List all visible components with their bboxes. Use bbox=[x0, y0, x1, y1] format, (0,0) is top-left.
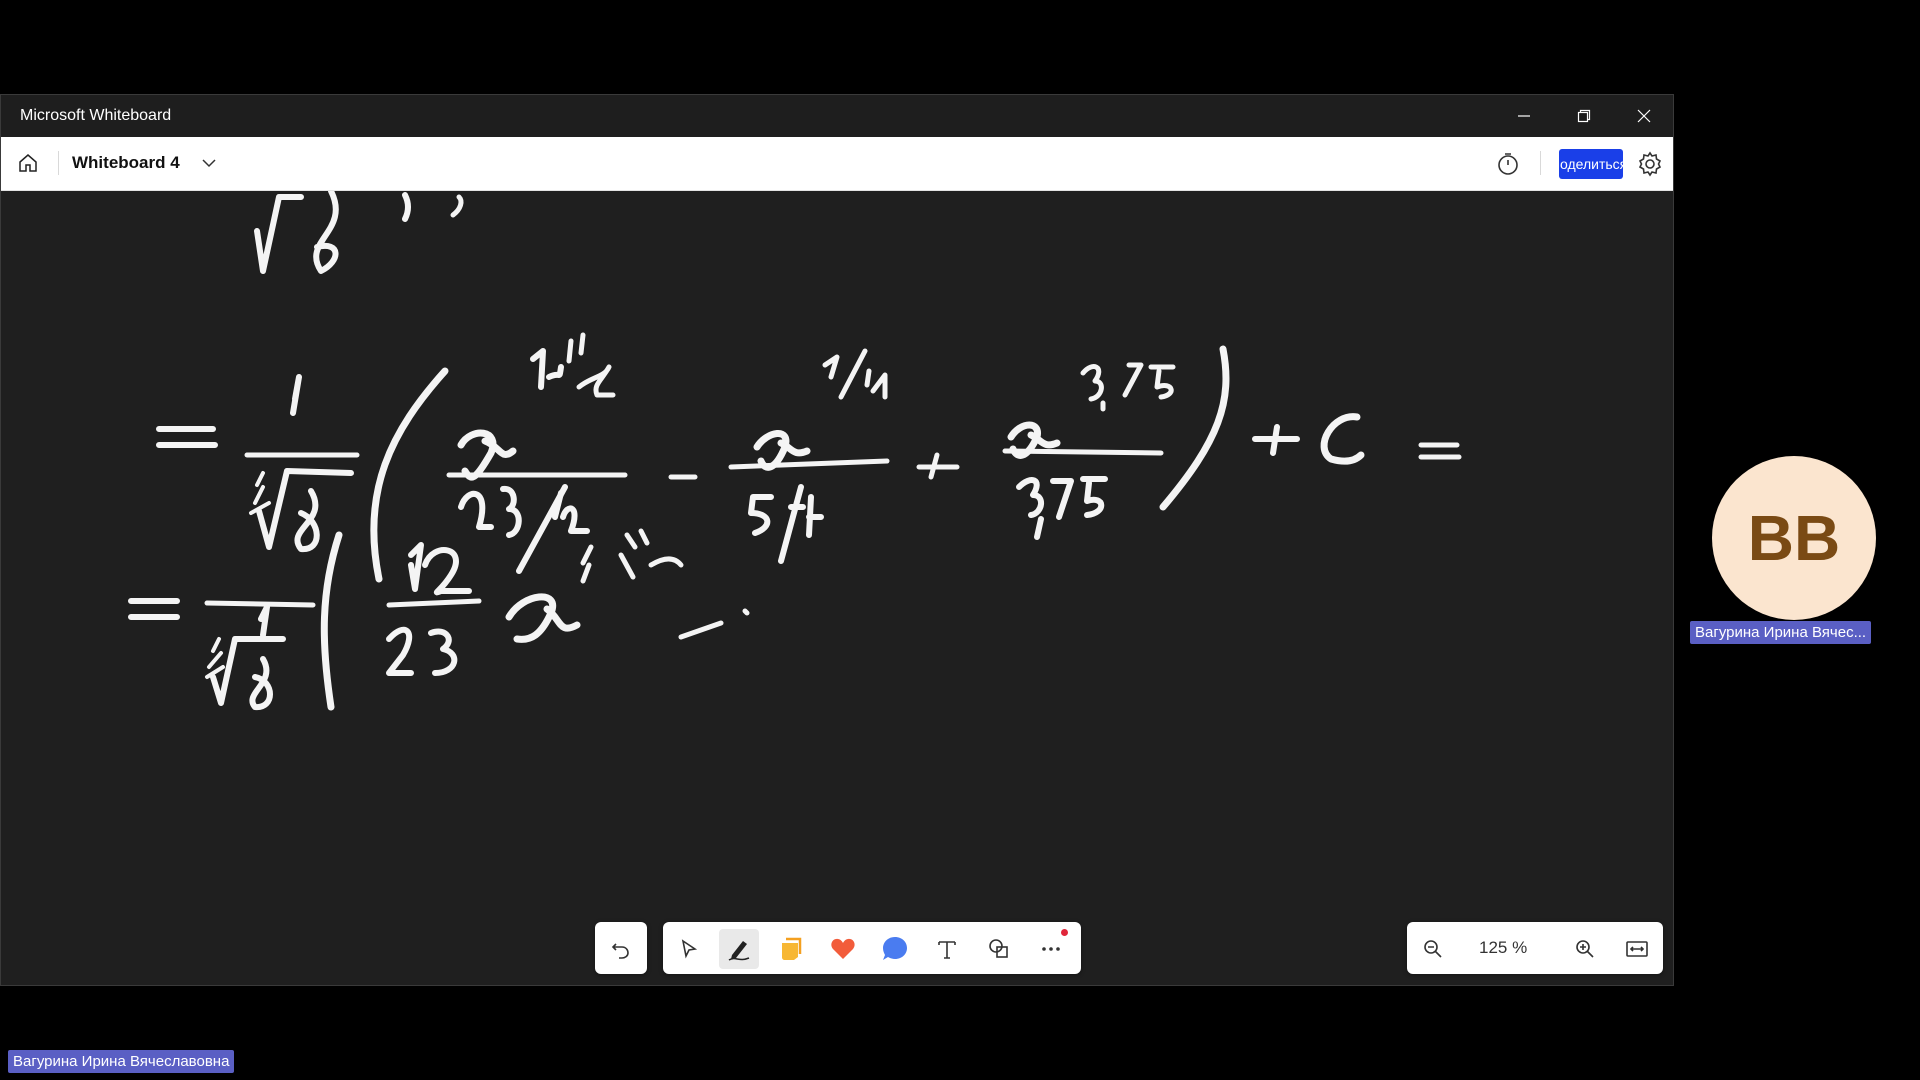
fit-to-screen-icon bbox=[1626, 941, 1648, 957]
pen-icon bbox=[728, 941, 750, 961]
home-icon bbox=[19, 154, 37, 172]
timer-icon[interactable] bbox=[1495, 151, 1521, 177]
zoom-out-button[interactable] bbox=[1413, 929, 1453, 969]
fit-to-screen-button[interactable] bbox=[1617, 929, 1657, 969]
close-button[interactable] bbox=[1615, 95, 1673, 137]
participant-name-label: Вагурина Ирина Вячес... bbox=[1690, 621, 1872, 644]
more-icon bbox=[1042, 947, 1060, 951]
whiteboard-canvas[interactable] bbox=[1, 188, 1673, 985]
presenter-name-label: Вагурина Ирина Вячеславовна bbox=[8, 1050, 235, 1073]
gear-icon[interactable] bbox=[1637, 151, 1663, 177]
comment-tool[interactable] bbox=[875, 929, 915, 969]
title-bar: Microsoft Whiteboard bbox=[1, 95, 1673, 137]
zoom-controls: 125 % bbox=[1407, 922, 1663, 974]
undo-icon bbox=[611, 943, 629, 959]
zoom-in-icon bbox=[1576, 940, 1594, 958]
restore-icon bbox=[1577, 109, 1591, 123]
undo-group bbox=[595, 922, 647, 974]
sticky-note-tool[interactable] bbox=[771, 929, 811, 969]
sticky-note-icon bbox=[782, 937, 802, 960]
minimize-button[interactable] bbox=[1495, 95, 1553, 137]
restore-button[interactable] bbox=[1555, 95, 1613, 137]
board-title[interactable]: Whiteboard 4 bbox=[72, 153, 180, 173]
select-tool[interactable] bbox=[669, 929, 709, 969]
text-icon bbox=[938, 941, 956, 959]
shapes-icon bbox=[989, 939, 1008, 958]
divider bbox=[58, 151, 59, 175]
app-window: Microsoft Whiteboard Whiteboard 4 оделит… bbox=[0, 94, 1674, 986]
comment-icon bbox=[883, 937, 907, 960]
home-button[interactable] bbox=[15, 150, 41, 176]
avatar: BB bbox=[1712, 456, 1876, 620]
select-icon bbox=[681, 939, 698, 959]
divider bbox=[1540, 151, 1541, 175]
chevron-down-icon[interactable] bbox=[199, 153, 219, 173]
undo-button[interactable] bbox=[601, 929, 641, 969]
app-title: Microsoft Whiteboard bbox=[20, 107, 172, 124]
tools-group bbox=[663, 922, 1081, 974]
more-tools-button[interactable] bbox=[1031, 929, 1071, 969]
reaction-icon bbox=[831, 938, 855, 959]
zoom-in-button[interactable] bbox=[1565, 929, 1605, 969]
close-icon bbox=[1637, 109, 1651, 123]
pen-tool[interactable] bbox=[719, 929, 759, 969]
text-tool[interactable] bbox=[927, 929, 967, 969]
reaction-tool[interactable] bbox=[823, 929, 863, 969]
handwritten-ink bbox=[128, 188, 1462, 711]
zoom-level: 125 % bbox=[1479, 938, 1528, 957]
app-bar: Whiteboard 4 оделиться bbox=[1, 137, 1673, 191]
zoom-out-icon bbox=[1424, 940, 1442, 958]
shapes-tool[interactable] bbox=[979, 929, 1019, 969]
minimize-icon bbox=[1518, 115, 1530, 117]
share-button[interactable]: оделиться bbox=[1559, 149, 1623, 179]
notification-dot bbox=[1061, 929, 1068, 936]
